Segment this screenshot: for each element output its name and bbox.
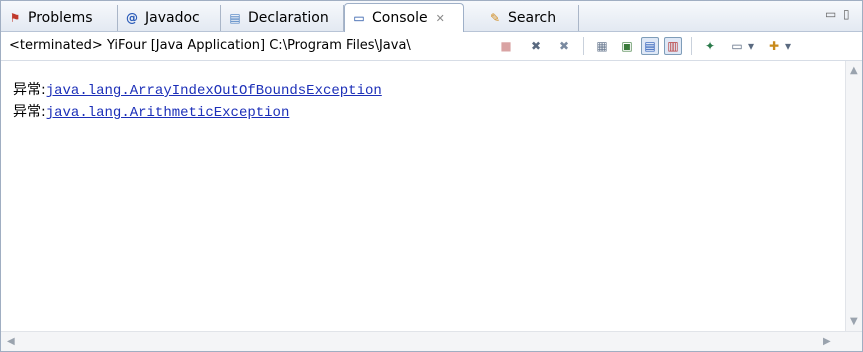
javadoc-icon: @	[126, 11, 138, 25]
console-toolbar: <terminated> YiFour [Java Application] C…	[1, 32, 862, 61]
exception-label: 异常:	[13, 104, 46, 120]
scroll-right-icon[interactable]: ▶	[823, 336, 831, 347]
declaration-icon: ▤	[229, 11, 241, 25]
toolbar-separator	[583, 37, 584, 55]
toolbar-separator	[691, 37, 692, 55]
view-tab-bar: ⚑ Problems @ Javadoc ▤ Declaration ▭ Con…	[1, 1, 862, 32]
display-dropdown-icon[interactable]: ▾	[745, 37, 757, 55]
scroll-left-icon[interactable]: ◀	[7, 336, 15, 347]
tab-console[interactable]: ▭ Console ✕	[344, 3, 464, 32]
console-line: 异常:java.lang.ArrayIndexOutOfBoundsExcept…	[13, 79, 382, 99]
console-line: 异常:java.lang.ArithmeticException	[13, 101, 289, 121]
tab-label: Problems	[28, 10, 93, 26]
pin-console-icon[interactable]: ✦	[701, 37, 719, 55]
open-console-icon[interactable]: ✚	[765, 37, 783, 55]
remove-all-terminated-icon[interactable]: ✖	[555, 37, 573, 55]
show-on-stderr-icon[interactable]: ▥	[664, 37, 682, 55]
problems-icon: ⚑	[9, 11, 21, 25]
minimize-icon[interactable]: ▭	[825, 7, 836, 21]
clear-console-icon[interactable]: ▦	[593, 37, 611, 55]
tab-label: Declaration	[248, 10, 329, 26]
close-icon[interactable]: ✕	[436, 12, 445, 25]
tab-label: Search	[508, 10, 557, 26]
search-icon: ✎	[489, 11, 501, 25]
maximize-icon[interactable]: ▯	[843, 7, 850, 21]
vertical-scrollbar[interactable]: ▲ ▼	[845, 61, 862, 331]
exception-link[interactable]: java.lang.ArithmeticException	[46, 105, 290, 121]
console-output[interactable]: 异常:java.lang.ArrayIndexOutOfBoundsExcept…	[1, 61, 846, 331]
exception-label: 异常:	[13, 82, 46, 98]
scroll-up-icon[interactable]: ▲	[850, 65, 858, 76]
horizontal-scrollbar[interactable]: ◀ ▶	[1, 331, 862, 351]
open-console-dropdown-icon[interactable]: ▾	[782, 37, 794, 55]
tab-problems[interactable]: ⚑ Problems	[1, 5, 118, 31]
tab-search[interactable]: ✎ Search	[481, 5, 579, 31]
tab-label: Javadoc	[145, 10, 200, 26]
console-icon: ▭	[353, 11, 365, 25]
terminate-icon[interactable]: ■	[497, 37, 515, 55]
tab-declaration[interactable]: ▤ Declaration	[221, 5, 344, 31]
tab-label: Console	[372, 10, 428, 26]
show-on-stdout-icon[interactable]: ▤	[641, 37, 659, 55]
display-console-icon[interactable]: ▭	[728, 37, 746, 55]
scroll-down-icon[interactable]: ▼	[850, 316, 858, 327]
remove-launch-icon[interactable]: ✖	[527, 37, 545, 55]
console-view: ⚑ Problems @ Javadoc ▤ Declaration ▭ Con…	[0, 0, 863, 352]
exception-link[interactable]: java.lang.ArrayIndexOutOfBoundsException	[46, 83, 382, 99]
scroll-lock-icon[interactable]: ▣	[618, 37, 636, 55]
process-label: <terminated> YiFour [Java Application] C…	[9, 38, 411, 53]
tab-javadoc[interactable]: @ Javadoc	[118, 5, 221, 31]
